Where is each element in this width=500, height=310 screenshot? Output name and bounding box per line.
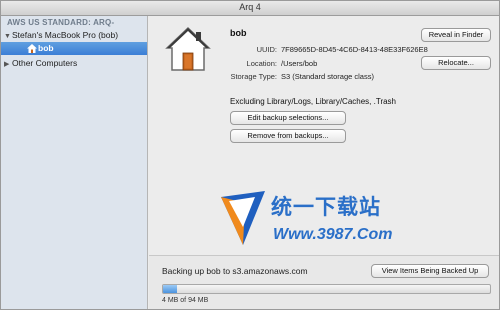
backup-progress-bar — [162, 284, 491, 294]
sidebar-item-bob[interactable]: bob — [1, 42, 147, 55]
status-area: Backing up bob to s3.amazonaws.com View … — [149, 255, 499, 309]
sidebar-item-bob-label: bob — [38, 43, 54, 53]
watermark-url-text: Www.3987.Com — [273, 226, 393, 243]
location-label: Location: — [246, 59, 277, 68]
location-value: /Users/bob — [281, 59, 318, 68]
storage-type-value: S3 (Standard storage class) — [281, 72, 374, 81]
sidebar: AWS US STANDARD: ARQ- ▼Stefan's MacBook … — [1, 16, 148, 309]
watermark-chinese-text: 统一下载站 — [271, 196, 381, 219]
sidebar-header: AWS US STANDARD: ARQ- — [7, 18, 115, 27]
sidebar-item-other-computers[interactable]: ▶ Other Computers — [4, 57, 77, 69]
sidebar-item-computer[interactable]: ▼Stefan's MacBook Pro (bob) — [4, 29, 118, 41]
sidebar-item-computer-label: Stefan's MacBook Pro (bob) — [12, 30, 119, 40]
progress-fill — [163, 285, 178, 293]
disclosure-closed-icon[interactable]: ▶ — [4, 59, 12, 71]
reveal-in-finder-button[interactable]: Reveal in Finder — [421, 28, 491, 42]
edit-backup-selections-button[interactable]: Edit backup selections... — [230, 111, 346, 125]
sidebar-item-other-label: Other Computers — [12, 58, 78, 68]
backup-status-text: Backing up bob to s3.amazonaws.com — [162, 266, 308, 276]
folder-name: bob — [230, 28, 247, 38]
window-title: Arq 4 — [239, 2, 261, 12]
uuid-label: UUID: — [256, 45, 277, 54]
title-bar[interactable]: Arq 4 — [1, 1, 499, 16]
remove-from-backups-button[interactable]: Remove from backups... — [230, 129, 346, 143]
download-logo-icon — [221, 191, 265, 245]
home-small-icon — [27, 44, 37, 53]
arq-window: Arq 4 AWS US STANDARD: ARQ- ▼Stefan's Ma… — [0, 0, 500, 310]
progress-text: 4 MB of 94 MB — [162, 297, 209, 304]
exclusions-text: Excluding Library/Logs, Library/Caches, … — [230, 97, 396, 106]
relocate-button[interactable]: Relocate... — [421, 56, 491, 70]
house-icon — [165, 26, 211, 71]
uuid-value: 7F89665D-8D45-4C6D-8413-48E33F626E8 — [281, 45, 428, 54]
view-items-button[interactable]: View Items Being Backed Up — [371, 264, 489, 278]
storage-type-label: Storage Type: — [230, 72, 277, 81]
